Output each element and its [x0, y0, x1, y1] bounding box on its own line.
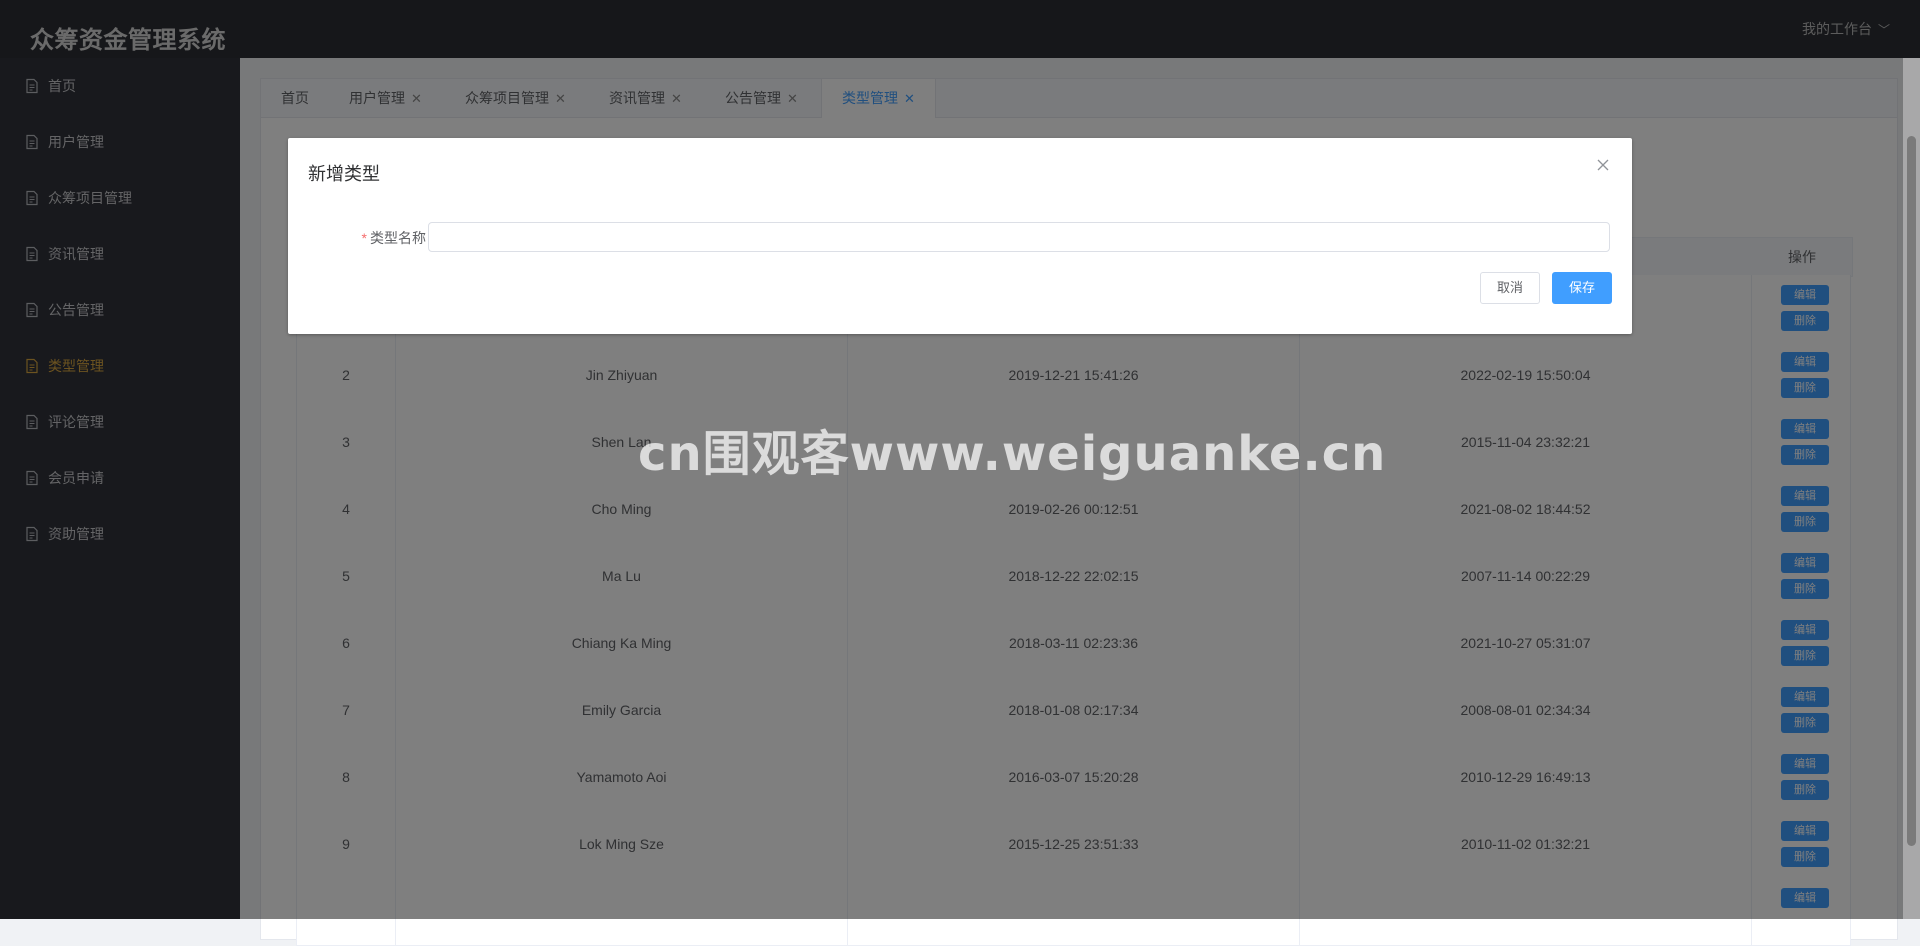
type-name-label: * 类型名称 [348, 228, 426, 248]
dialog-title: 新增类型 [308, 164, 380, 184]
scrollbar-thumb[interactable] [1907, 136, 1916, 846]
page-scrollbar[interactable] [1903, 58, 1920, 919]
add-type-dialog: 新增类型 * 类型名称 取消 保存 [288, 138, 1632, 334]
type-name-label-text: 类型名称 [370, 230, 426, 246]
required-asterisk: * [361, 230, 367, 246]
close-icon[interactable] [1594, 156, 1612, 174]
watermark-text: cn围观客www.weiguanke.cn [638, 426, 1387, 482]
save-button[interactable]: 保存 [1552, 272, 1612, 304]
type-name-input[interactable] [428, 222, 1610, 252]
cancel-button[interactable]: 取消 [1480, 272, 1540, 304]
